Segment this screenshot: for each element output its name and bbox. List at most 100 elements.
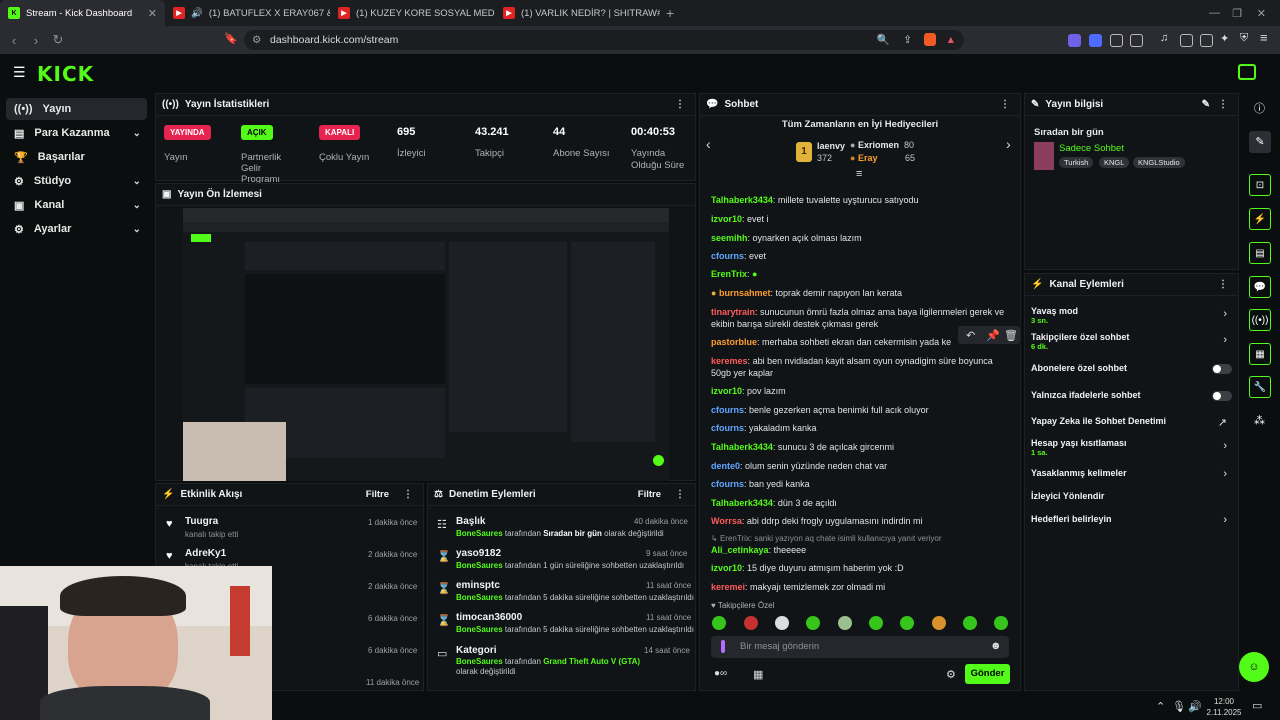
- more-options-icon[interactable]: ⋮: [1218, 279, 1228, 290]
- sidebar-item-kanal[interactable]: ▣ Kanal ⌄: [6, 194, 147, 216]
- action-followers-only[interactable]: Takipçilere özel sohbet 6 dk. ›: [1031, 332, 1231, 351]
- rail-chat-icon[interactable]: 💬: [1249, 276, 1271, 298]
- sidebar-item-ayarlar[interactable]: ⚙ Ayarlar ⌄: [6, 218, 147, 240]
- taskbar-clock[interactable]: 12:00 2.11.2025: [1204, 696, 1244, 718]
- points-icon[interactable]: ●∞: [714, 668, 727, 679]
- tab-kick-dashboard[interactable]: K Stream - Kick Dashboard ✕: [0, 0, 165, 26]
- chat-username[interactable]: burnsahmet: [719, 288, 771, 298]
- chat-message[interactable]: izvor10: evet i: [711, 213, 1011, 225]
- chat-input[interactable]: Bir mesaj gönderin ☻: [711, 636, 1009, 658]
- chat-message[interactable]: keremes: abi ben nvidiadan kayit alsam o…: [711, 355, 1011, 379]
- creator-icon[interactable]: [1238, 64, 1256, 80]
- chat-username[interactable]: izvor10: [711, 563, 742, 573]
- rail-panel-icon[interactable]: ⊡: [1249, 174, 1271, 196]
- chat-username[interactable]: cfourns: [711, 405, 744, 415]
- chat-username[interactable]: izvor10: [711, 214, 742, 224]
- url-field[interactable]: ⚙ dashboard.kick.com/stream 🔍 ⇪ ▲: [244, 30, 964, 50]
- emote-icon[interactable]: [712, 616, 726, 630]
- chat-message[interactable]: pastorblue: merhaba sohbeti ekran dan ce…: [711, 336, 951, 348]
- tag[interactable]: KNGLStudio: [1133, 157, 1185, 168]
- chat-message[interactable]: Ali_cetinkaya: theeeee: [711, 544, 1011, 556]
- sidebar-item-basarilar[interactable]: 🏆 Başarılar: [6, 146, 147, 168]
- delete-icon[interactable]: 🗑: [1004, 329, 1018, 342]
- tab-youtube-1[interactable]: ▶ 🔊 (1) BATUFLEX X ERAY067 & MAN: [165, 0, 330, 26]
- rail-lightning-icon[interactable]: ⚡: [1249, 208, 1271, 230]
- back-icon[interactable]: ‹: [3, 33, 25, 48]
- extension-icon[interactable]: [1068, 34, 1081, 47]
- more-options-icon[interactable]: ⋮: [1000, 99, 1010, 110]
- more-options-icon[interactable]: ⋮: [675, 99, 685, 110]
- store-icon[interactable]: ▦: [753, 668, 763, 681]
- chat-message[interactable]: Worrsa: abi ddrp deki frogly uygulamasın…: [711, 515, 1011, 527]
- chat-username[interactable]: seemihh: [711, 233, 748, 243]
- chat-username[interactable]: pastorblue: [711, 337, 757, 347]
- reload-icon[interactable]: ↻: [47, 32, 69, 48]
- emote-icon[interactable]: [900, 616, 914, 630]
- chat-message[interactable]: ErenTrix: ●: [711, 268, 1011, 280]
- emote-icon[interactable]: [932, 616, 946, 630]
- menu-icon[interactable]: ≡: [1260, 30, 1268, 45]
- chat-settings-icon[interactable]: ⚙: [946, 668, 956, 681]
- chat-username[interactable]: cfourns: [711, 479, 744, 489]
- zoom-icon[interactable]: 🔍: [877, 30, 890, 50]
- sidebar-item-yayin[interactable]: ((•)) Yayın: [6, 98, 147, 120]
- emote-icon[interactable]: [744, 616, 758, 630]
- chat-username[interactable]: Talhaberk3434: [711, 195, 773, 205]
- more-options-icon[interactable]: ⋮: [675, 489, 685, 500]
- chat-username[interactable]: ErenTrix: [711, 269, 747, 279]
- emote-icon[interactable]: [775, 616, 789, 630]
- emote-icon[interactable]: [963, 616, 977, 630]
- share-icon[interactable]: ⇪: [903, 30, 912, 50]
- emote-icon[interactable]: [838, 616, 852, 630]
- tab-youtube-2[interactable]: ▶ (1) KUZEY KORE SOSYAL MEDYASINE: [330, 0, 495, 26]
- bookmark-icon[interactable]: 🔖: [224, 32, 238, 45]
- chat-message[interactable]: cfourns: ban yedi kanka: [711, 478, 1011, 490]
- chat-username[interactable]: cfourns: [711, 423, 744, 433]
- close-window-icon[interactable]: ✕: [1257, 7, 1266, 20]
- tab-youtube-3[interactable]: ▶ (1) VARLIK NEDİR? | SHITRAW#8 - Yo: [495, 0, 660, 26]
- prev-arrow-icon[interactable]: ‹: [706, 136, 711, 152]
- more-options-icon[interactable]: ⋮: [403, 489, 413, 500]
- filter-button[interactable]: Filtre: [366, 489, 389, 500]
- chat-message[interactable]: dente0: olum senin yüzünde neden chat va…: [711, 460, 1011, 472]
- chat-username[interactable]: Worrsa: [711, 516, 742, 526]
- kick-logo[interactable]: KICK: [37, 62, 94, 86]
- support-chat-icon[interactable]: ☺: [1239, 652, 1269, 682]
- chat-username[interactable]: tinarytrain: [711, 307, 755, 317]
- rail-add-icon[interactable]: ⁂: [1254, 414, 1265, 427]
- chat-username[interactable]: Ali_cetinkaya: [711, 545, 769, 555]
- ai-icon[interactable]: ✦: [1220, 32, 1229, 45]
- hamburger-menu-icon[interactable]: ☰: [13, 64, 26, 81]
- chat-username[interactable]: cfourns: [711, 251, 744, 261]
- brave-shield-icon[interactable]: [924, 33, 936, 46]
- rail-layout-icon[interactable]: ▦: [1249, 343, 1271, 365]
- forward-icon[interactable]: ›: [25, 33, 47, 48]
- send-button[interactable]: Gönder: [965, 664, 1010, 684]
- site-info-icon[interactable]: ⚙: [252, 30, 261, 50]
- chat-message[interactable]: seemihh: oynarken açık olması lazım: [711, 232, 1011, 244]
- action-slow-mode[interactable]: Yavaş mod 3 sn. ›: [1031, 306, 1231, 325]
- action-account-age[interactable]: Hesap yaşı kısıtlaması 1 sa. ›: [1031, 438, 1231, 457]
- extension-icon[interactable]: [1089, 34, 1102, 47]
- minimize-icon[interactable]: —: [1209, 7, 1220, 19]
- action-banned-words[interactable]: Yasaklanmış kelimeler ›: [1031, 468, 1231, 480]
- edit-pencil-icon[interactable]: ✎: [1202, 99, 1210, 110]
- pin-icon[interactable]: 📌: [986, 329, 1000, 342]
- music-icon[interactable]: ♫: [1160, 32, 1168, 44]
- rail-broadcast-icon[interactable]: ((•)): [1249, 309, 1271, 331]
- tray-chevron-icon[interactable]: ⌃: [1156, 700, 1165, 713]
- chat-message[interactable]: izvor10: 15 diye duyuru atmışım haberim …: [711, 562, 1011, 574]
- chat-username[interactable]: keremei: [711, 582, 745, 592]
- notification-icon[interactable]: ▭: [1252, 699, 1262, 712]
- emote-icon[interactable]: [869, 616, 883, 630]
- rail-note-icon[interactable]: ▤: [1249, 242, 1271, 264]
- collapse-icon[interactable]: ≡: [856, 168, 862, 180]
- chat-username[interactable]: Talhaberk3434: [711, 442, 773, 452]
- mic-tray-icon[interactable]: 🎙: [1172, 700, 1186, 713]
- tag[interactable]: KNGL: [1099, 157, 1130, 168]
- rail-tools-icon[interactable]: 🔧: [1249, 376, 1271, 398]
- chat-message[interactable]: Talhaberk3434: dün 3 de açıldı: [711, 497, 1011, 509]
- emote-icon[interactable]: [994, 616, 1008, 630]
- chat-message[interactable]: cfourns: yakaladım kanka: [711, 422, 1011, 434]
- chat-message[interactable]: Talhaberk3434: millete tuvalette uyşturu…: [711, 194, 1011, 206]
